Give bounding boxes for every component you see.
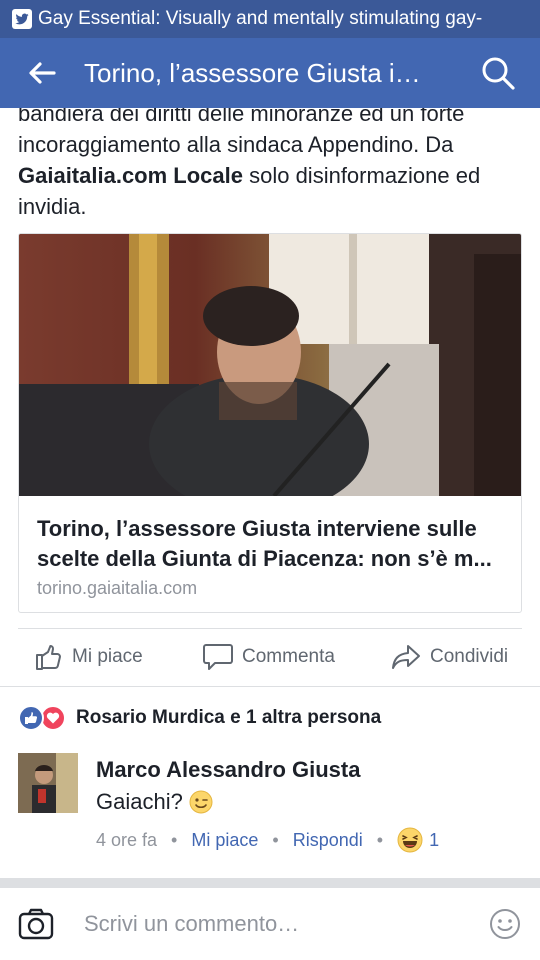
page-title: Torino, l’assessore Giusta i… — [84, 57, 421, 88]
comment-author[interactable]: Marco Alessandro Giusta — [96, 757, 360, 783]
search-button[interactable] — [456, 38, 540, 108]
reaction-icons — [18, 705, 66, 731]
like-button[interactable]: Mi piace — [34, 642, 143, 672]
comment-composer: Scrivi un commento… — [0, 888, 540, 960]
reactions-summary-text: Rosario Murdica e 1 altra persona — [76, 707, 382, 728]
separator-dot: • — [171, 829, 178, 850]
camera-icon — [18, 908, 54, 940]
avatar-photo — [18, 753, 78, 813]
separator-dot: • — [272, 829, 279, 850]
comment-button-label: Commenta — [242, 646, 335, 667]
like-reaction-icon — [18, 705, 44, 731]
comment-time: 4 ore fa — [96, 829, 158, 850]
comment-button[interactable]: Commenta — [202, 642, 335, 672]
share-icon — [392, 645, 420, 669]
link-preview-image[interactable] — [19, 234, 521, 496]
avatar[interactable] — [18, 753, 78, 813]
link-info[interactable]: Torino, l’assessore Giusta interviene su… — [19, 496, 521, 599]
post-actions: Mi piace Commenta Condividi — [0, 628, 540, 686]
back-button[interactable] — [0, 38, 84, 108]
back-arrow-icon — [29, 62, 56, 84]
link-title[interactable]: Torino, l’assessore Giusta interviene su… — [37, 514, 503, 574]
comment-text: Gaiachi? — [96, 789, 360, 815]
link-domain: torino.gaiaitalia.com — [37, 578, 198, 598]
post-text: bandiera dei diritti delle minoranze ed … — [18, 108, 523, 222]
like-icon — [36, 645, 61, 670]
comment-like-button[interactable]: Mi piace — [191, 830, 258, 851]
search-icon — [482, 57, 515, 90]
post-text-bold[interactable]: Gaiaitalia.com Locale — [18, 163, 243, 188]
camera-button[interactable] — [0, 908, 72, 940]
comment-text-content: Gaiachi? — [96, 789, 183, 814]
share-button-label: Condividi — [430, 646, 509, 667]
comment-input[interactable]: Scrivi un commento… — [72, 911, 470, 937]
post-text-before: bandiera dei diritti delle minoranze ed … — [18, 108, 465, 157]
sticker-button[interactable] — [470, 908, 540, 940]
like-button-label: Mi piace — [72, 646, 143, 667]
link-photo-illustration — [19, 234, 521, 496]
app-bar: Torino, l’assessore Giusta i… — [0, 38, 540, 108]
comment-body: Marco Alessandro Giusta Gaiachi? — [96, 757, 360, 815]
twitter-icon — [12, 9, 32, 29]
status-notification-text: Gay Essential: Visually and mentally sti… — [38, 8, 483, 29]
status-bar: Gay Essential: Visually and mentally sti… — [0, 0, 540, 38]
laugh-emoji-icon[interactable] — [397, 827, 423, 853]
wink-emoji-icon — [189, 790, 213, 814]
comment-meta: 4 ore fa • Mi piace • Rispondi • 1 — [96, 827, 439, 853]
reactions-summary[interactable]: Rosario Murdica e 1 altra persona — [18, 705, 381, 731]
divider — [0, 686, 540, 687]
comment-reply-button[interactable]: Rispondi — [293, 830, 363, 851]
smiley-icon — [490, 909, 520, 939]
comment-icon — [203, 644, 233, 670]
share-button[interactable]: Condividi — [390, 642, 508, 672]
link-preview-card[interactable]: Torino, l’assessore Giusta interviene su… — [18, 233, 522, 613]
section-separator — [0, 878, 540, 888]
post-content: bandiera dei diritti delle minoranze ed … — [0, 108, 540, 878]
comment-reaction-count[interactable]: 1 — [429, 830, 439, 851]
separator-dot: • — [376, 829, 384, 850]
